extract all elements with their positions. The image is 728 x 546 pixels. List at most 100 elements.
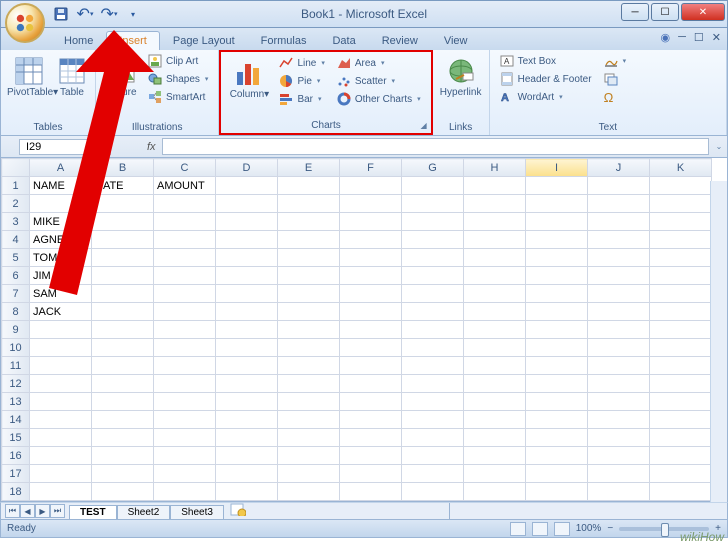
cell-E12[interactable] — [278, 375, 340, 393]
object-button[interactable] — [600, 71, 631, 87]
row-header-17[interactable]: 17 — [2, 465, 30, 483]
name-box-dropdown-icon[interactable]: ▼ — [97, 143, 104, 150]
cell-K14[interactable] — [650, 411, 712, 429]
cell-A6[interactable]: JIM — [30, 267, 92, 285]
cell-G7[interactable] — [402, 285, 464, 303]
row-header-1[interactable]: 1 — [2, 177, 30, 195]
cell-A12[interactable] — [30, 375, 92, 393]
cell-J10[interactable] — [588, 339, 650, 357]
row-header-16[interactable]: 16 — [2, 447, 30, 465]
row-header-15[interactable]: 15 — [2, 429, 30, 447]
cell-A16[interactable] — [30, 447, 92, 465]
row-header-5[interactable]: 5 — [2, 249, 30, 267]
cell-F7[interactable] — [340, 285, 402, 303]
cell-G4[interactable] — [402, 231, 464, 249]
close-button[interactable]: ✕ — [681, 3, 725, 21]
cell-D10[interactable] — [216, 339, 278, 357]
cell-F16[interactable] — [340, 447, 402, 465]
cell-I17[interactable] — [526, 465, 588, 483]
header-footer-button[interactable]: Header & Footer — [496, 71, 596, 87]
cell-C13[interactable] — [154, 393, 216, 411]
cell-C10[interactable] — [154, 339, 216, 357]
cell-F10[interactable] — [340, 339, 402, 357]
cell-A17[interactable] — [30, 465, 92, 483]
cell-E6[interactable] — [278, 267, 340, 285]
cell-K15[interactable] — [650, 429, 712, 447]
view-page-break-button[interactable] — [554, 522, 570, 536]
cell-K6[interactable] — [650, 267, 712, 285]
cell-G18[interactable] — [402, 483, 464, 501]
column-chart-button[interactable]: Column▾ — [227, 55, 271, 100]
maximize-button[interactable]: ☐ — [651, 3, 679, 21]
cell-B6[interactable] — [92, 267, 154, 285]
cell-D13[interactable] — [216, 393, 278, 411]
minimize-ribbon-button[interactable]: ─ — [678, 31, 686, 44]
column-header-E[interactable]: E — [278, 159, 340, 177]
cell-H6[interactable] — [464, 267, 526, 285]
zoom-out-button[interactable]: − — [607, 523, 613, 534]
cell-J2[interactable] — [588, 195, 650, 213]
help-icon[interactable]: ◉ — [661, 31, 671, 44]
cell-H17[interactable] — [464, 465, 526, 483]
cell-J17[interactable] — [588, 465, 650, 483]
cell-B18[interactable] — [92, 483, 154, 501]
cell-I11[interactable] — [526, 357, 588, 375]
cell-B10[interactable] — [92, 339, 154, 357]
cell-F4[interactable] — [340, 231, 402, 249]
name-box[interactable]: I29▼ — [19, 139, 111, 155]
cell-C11[interactable] — [154, 357, 216, 375]
pie-chart-button[interactable]: Pie▾ — [275, 73, 328, 89]
cell-K12[interactable] — [650, 375, 712, 393]
cell-K1[interactable] — [650, 177, 712, 195]
cell-A11[interactable] — [30, 357, 92, 375]
cell-K17[interactable] — [650, 465, 712, 483]
select-all-corner[interactable] — [2, 159, 30, 177]
cell-K2[interactable] — [650, 195, 712, 213]
view-normal-button[interactable] — [510, 522, 526, 536]
cell-B3[interactable] — [92, 213, 154, 231]
cell-I10[interactable] — [526, 339, 588, 357]
row-header-9[interactable]: 9 — [2, 321, 30, 339]
cell-E5[interactable] — [278, 249, 340, 267]
cell-B8[interactable] — [92, 303, 154, 321]
cell-K18[interactable] — [650, 483, 712, 501]
row-header-14[interactable]: 14 — [2, 411, 30, 429]
cell-H3[interactable] — [464, 213, 526, 231]
cell-E16[interactable] — [278, 447, 340, 465]
cell-J1[interactable] — [588, 177, 650, 195]
cell-E7[interactable] — [278, 285, 340, 303]
cell-B17[interactable] — [92, 465, 154, 483]
cell-I5[interactable] — [526, 249, 588, 267]
cell-C7[interactable] — [154, 285, 216, 303]
tab-page-layout[interactable]: Page Layout — [160, 31, 248, 50]
tab-formulas[interactable]: Formulas — [248, 31, 320, 50]
cell-D11[interactable] — [216, 357, 278, 375]
cell-A18[interactable] — [30, 483, 92, 501]
cell-C17[interactable] — [154, 465, 216, 483]
cell-F3[interactable] — [340, 213, 402, 231]
clipart-button[interactable]: Clip Art — [144, 53, 212, 69]
cell-K8[interactable] — [650, 303, 712, 321]
cell-J3[interactable] — [588, 213, 650, 231]
cell-J8[interactable] — [588, 303, 650, 321]
charts-dialog-launcher[interactable]: ◢ — [419, 121, 429, 131]
cell-J9[interactable] — [588, 321, 650, 339]
expand-formula-bar[interactable]: ⌄ — [711, 142, 727, 151]
cell-H15[interactable] — [464, 429, 526, 447]
cell-C14[interactable] — [154, 411, 216, 429]
tab-data[interactable]: Data — [319, 31, 368, 50]
cell-E17[interactable] — [278, 465, 340, 483]
cell-D16[interactable] — [216, 447, 278, 465]
sheet-tab-test[interactable]: TEST — [69, 505, 117, 519]
cell-F18[interactable] — [340, 483, 402, 501]
zoom-level[interactable]: 100% — [576, 523, 602, 534]
cell-K5[interactable] — [650, 249, 712, 267]
cell-B13[interactable] — [92, 393, 154, 411]
restore-window-button[interactable]: ☐ — [694, 31, 704, 44]
cell-D5[interactable] — [216, 249, 278, 267]
column-header-F[interactable]: F — [340, 159, 402, 177]
cell-E2[interactable] — [278, 195, 340, 213]
cell-G13[interactable] — [402, 393, 464, 411]
cell-D6[interactable] — [216, 267, 278, 285]
cell-J12[interactable] — [588, 375, 650, 393]
